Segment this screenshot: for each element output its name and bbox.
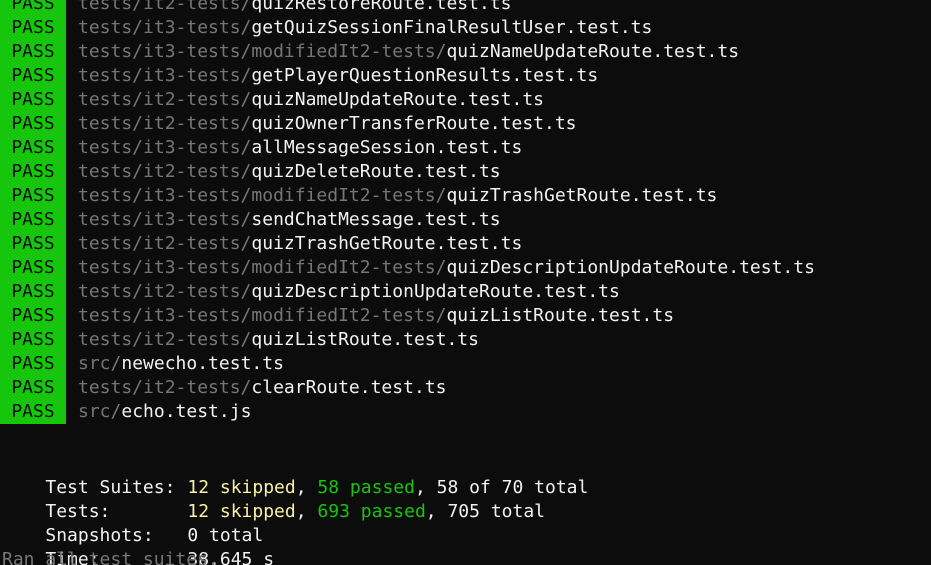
result-row: PASS tests/it2-tests/quizOwnerTransferRou… xyxy=(0,112,577,136)
test-path-dir: tests/it2-tests/ xyxy=(78,89,252,110)
test-path-dir: tests/it2-tests/ xyxy=(78,281,252,302)
result-row: PASS tests/it2-tests/quizNameUpdateRoute.… xyxy=(0,88,544,112)
pass-badge: PASS xyxy=(0,280,66,304)
test-path-dir: tests/it3-tests/modifiedIt2-tests/ xyxy=(78,41,447,62)
test-file-name: quizListRoute.test.ts xyxy=(251,329,479,350)
test-file-name: quizDescriptionUpdateRoute.test.ts xyxy=(446,257,815,278)
pass-badge: PASS xyxy=(0,112,66,136)
pass-badge: PASS xyxy=(0,328,66,352)
test-file-name: getPlayerQuestionResults.test.ts xyxy=(251,65,599,86)
result-row: PASS tests/it3-tests/modifiedIt2-tests/qu… xyxy=(0,184,717,208)
test-path-dir: tests/it3-tests/modifiedIt2-tests/ xyxy=(78,185,447,206)
test-file-name: quizNameUpdateRoute.test.ts xyxy=(446,41,740,62)
result-row: PASS tests/it3-tests/sendChatMessage.test… xyxy=(0,208,501,232)
test-path-dir: tests/it2-tests/ xyxy=(78,377,252,398)
pass-badge: PASS xyxy=(0,64,66,88)
pass-badge: PASS xyxy=(0,88,66,112)
test-path-dir: tests/it2-tests/ xyxy=(78,113,252,134)
total-count: , 705 total xyxy=(425,501,546,522)
result-row: PASS tests/it2-tests/quizDeleteRoute.test… xyxy=(0,160,501,184)
test-file-name: quizTrashGetRoute.test.ts xyxy=(251,233,523,254)
result-row: PASS tests/it2-tests/quizListRoute.test.t… xyxy=(0,328,479,352)
pass-badge: PASS xyxy=(0,40,66,64)
pass-badge: PASS xyxy=(0,160,66,184)
summary-time: Time: 38.645 s xyxy=(0,524,274,565)
result-row: PASS tests/it2-tests/quizDescriptionUpdat… xyxy=(0,280,620,304)
test-file-name: quizRestoreRoute.test.ts xyxy=(251,0,512,14)
result-row: PASS tests/it3-tests/modifiedIt2-tests/qu… xyxy=(0,304,674,328)
pass-badge: PASS xyxy=(0,400,66,424)
test-path-dir: tests/it2-tests/ xyxy=(78,233,252,254)
test-path-dir: tests/it2-tests/ xyxy=(78,161,252,182)
pass-badge: PASS xyxy=(0,208,66,232)
result-row: PASS tests/it3-tests/getPlayerQuestionRes… xyxy=(0,64,598,88)
result-row: PASS tests/it3-tests/modifiedIt2-tests/qu… xyxy=(0,256,815,280)
pass-badge: PASS xyxy=(0,232,66,256)
test-path-dir: src/ xyxy=(78,401,122,422)
summary-test-suites: Test Suites: 12 skipped, 58 passed, 58 of… xyxy=(45,477,589,498)
result-row: PASS tests/it3-tests/modifiedIt2-tests/qu… xyxy=(0,40,739,64)
pass-badge: PASS xyxy=(0,304,66,328)
pass-badge: PASS xyxy=(0,184,66,208)
result-row: PASS src/newecho.test.ts xyxy=(0,352,284,376)
test-file-name: quizDeleteRoute.test.ts xyxy=(251,161,501,182)
pass-badge: PASS xyxy=(0,352,66,376)
result-row: PASS tests/it2-tests/clearRoute.test.ts xyxy=(0,376,446,400)
test-file-name: sendChatMessage.test.ts xyxy=(251,209,501,230)
test-file-name: quizListRoute.test.ts xyxy=(446,305,675,326)
test-path-dir: tests/it3-tests/ xyxy=(78,209,252,230)
test-file-name: quizTrashGetRoute.test.ts xyxy=(446,185,718,206)
test-file-name: echo.test.js xyxy=(121,401,252,422)
test-file-name: newecho.test.ts xyxy=(121,353,284,374)
test-file-name: allMessageSession.test.ts xyxy=(251,137,523,158)
pass-badge: PASS xyxy=(0,16,66,40)
test-file-name: quizDescriptionUpdateRoute.test.ts xyxy=(251,281,620,302)
test-file-name: getQuizSessionFinalResultUser.test.ts xyxy=(251,17,653,38)
result-row: PASS tests/it2-tests/quizTrashGetRoute.te… xyxy=(0,232,522,256)
summary-snapshots: Snapshots: 0 total xyxy=(0,500,263,546)
pass-badge: PASS xyxy=(0,256,66,280)
result-row: PASS tests/it2-tests/quizRestoreRoute.tes… xyxy=(0,0,511,16)
test-path-dir: tests/it3-tests/modifiedIt2-tests/ xyxy=(78,305,447,326)
test-path-dir: src/ xyxy=(78,353,122,374)
test-file-name: clearRoute.test.ts xyxy=(251,377,447,398)
test-file-name: quizNameUpdateRoute.test.ts xyxy=(251,89,544,110)
pass-badge: PASS xyxy=(0,136,66,160)
test-path-dir: tests/it3-tests/modifiedIt2-tests/ xyxy=(78,257,447,278)
test-path-dir: tests/it3-tests/ xyxy=(78,17,252,38)
summary-tests: Tests: 12 skipped, 693 passed, 705 total xyxy=(45,501,546,522)
test-path-dir: tests/it3-tests/ xyxy=(78,137,252,158)
test-file-name: quizOwnerTransferRoute.test.ts xyxy=(251,113,577,134)
test-path-dir: tests/it2-tests/ xyxy=(78,0,252,14)
result-row: PASS tests/it3-tests/allMessageSession.te… xyxy=(0,136,522,160)
result-row: PASS tests/it3-tests/getQuizSessionFinalR… xyxy=(0,16,652,40)
result-row: PASS src/echo.test.js xyxy=(0,400,251,424)
test-path-dir: tests/it3-tests/ xyxy=(78,65,252,86)
footer-message: Ran all test suites. xyxy=(2,549,219,565)
passed-count: 693 passed xyxy=(317,501,426,522)
terminal-window[interactable]: PASS tests/it2-tests/quizRestoreRoute.tes… xyxy=(0,0,931,565)
test-path-dir: tests/it2-tests/ xyxy=(78,329,252,350)
pass-badge: PASS xyxy=(0,376,66,400)
pass-badge: PASS xyxy=(0,0,66,16)
